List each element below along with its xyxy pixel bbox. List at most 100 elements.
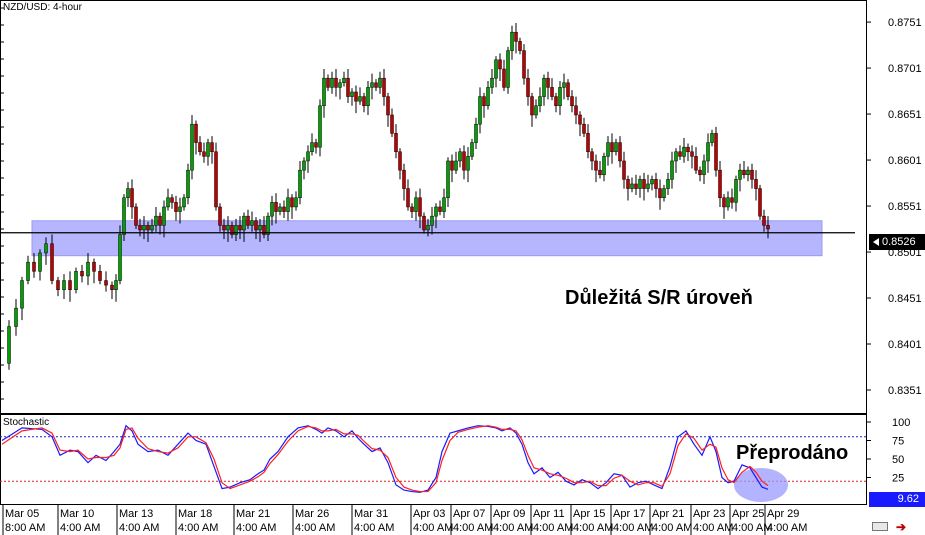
candle-body bbox=[306, 151, 310, 162]
candle-body bbox=[502, 68, 506, 88]
stochastic-value: 9.62 bbox=[897, 493, 919, 505]
candle-body bbox=[526, 77, 530, 97]
candle-body bbox=[558, 87, 562, 107]
candle-body bbox=[766, 225, 770, 230]
candle-body bbox=[174, 202, 178, 212]
time-axis-time: 4:00 AM bbox=[178, 522, 218, 534]
stochastic-axis-label: 75 bbox=[892, 436, 904, 448]
candle-body bbox=[582, 123, 586, 134]
candle-body bbox=[702, 160, 706, 176]
candle-body bbox=[498, 59, 502, 70]
candle-body bbox=[378, 77, 382, 88]
candle-body bbox=[74, 271, 78, 290]
candle-body bbox=[438, 206, 442, 212]
candle-body bbox=[550, 87, 554, 97]
candle-body bbox=[346, 77, 350, 97]
candle-body bbox=[182, 197, 186, 208]
candle-body bbox=[80, 271, 84, 277]
candle-body bbox=[638, 179, 642, 189]
candle-body bbox=[366, 87, 370, 107]
candle-body bbox=[374, 82, 378, 88]
candle-body bbox=[538, 96, 542, 107]
stochastic-axis-label: 50 bbox=[892, 454, 904, 466]
candle-body bbox=[698, 169, 702, 176]
candle-body bbox=[418, 197, 422, 217]
candle-body bbox=[68, 280, 72, 290]
candle-body bbox=[150, 225, 154, 231]
candle-body bbox=[318, 105, 322, 148]
candle-body bbox=[742, 169, 746, 176]
candle-body bbox=[130, 188, 134, 208]
candle-body bbox=[618, 142, 622, 162]
candle-body bbox=[178, 206, 182, 212]
candle-body bbox=[238, 225, 242, 231]
candle-body bbox=[430, 215, 434, 226]
price-axis-label: 0.8351 bbox=[888, 385, 922, 397]
time-axis-time: 8:00 AM bbox=[5, 522, 45, 534]
time-axis-date: Apr 21 bbox=[652, 508, 684, 520]
time-axis-date: Apr 07 bbox=[453, 508, 485, 520]
scroll-icon[interactable] bbox=[872, 522, 888, 531]
candle-body bbox=[44, 243, 48, 254]
candle-body bbox=[574, 105, 578, 116]
candle-body bbox=[274, 202, 278, 212]
candle-body bbox=[92, 261, 96, 272]
candle-body bbox=[750, 169, 754, 180]
candle-body bbox=[650, 179, 654, 185]
candle-body bbox=[222, 225, 226, 231]
candle-body bbox=[198, 142, 202, 153]
candle-body bbox=[450, 160, 454, 171]
candle-body bbox=[278, 206, 282, 212]
candle-body bbox=[494, 59, 498, 79]
candle-body bbox=[126, 188, 130, 199]
candle-body bbox=[566, 82, 570, 97]
candle-body bbox=[554, 96, 558, 107]
candle-body bbox=[142, 225, 146, 231]
time-axis-date: Mar 13 bbox=[119, 508, 153, 520]
candle-body bbox=[358, 96, 362, 102]
candle-body bbox=[590, 151, 594, 162]
candle-body bbox=[118, 234, 122, 281]
candle-body bbox=[286, 197, 290, 212]
candle-body bbox=[658, 188, 662, 199]
time-axis-time: 4:00 AM bbox=[652, 522, 692, 534]
close-icon[interactable]: ➔ bbox=[896, 521, 910, 533]
candle-body bbox=[730, 197, 734, 203]
candle-body bbox=[56, 280, 60, 290]
candle-body bbox=[470, 142, 474, 157]
price-axis-label: 0.8701 bbox=[888, 63, 922, 75]
time-axis-time: 4:00 AM bbox=[533, 522, 573, 534]
candle-body bbox=[482, 96, 486, 107]
time-axis-time: 4:00 AM bbox=[493, 522, 533, 534]
candle-body bbox=[194, 123, 198, 143]
candle-body bbox=[122, 197, 126, 235]
candle-body bbox=[154, 215, 158, 226]
candle-body bbox=[626, 179, 630, 189]
candle-body bbox=[746, 169, 750, 176]
candle-body bbox=[506, 50, 510, 88]
sr-level-annotation: Důležitá S/R úroveň bbox=[565, 287, 753, 309]
candle-body bbox=[186, 169, 190, 199]
stochastic-value-badge: 9.62 bbox=[869, 492, 925, 507]
candle-body bbox=[486, 87, 490, 107]
candle-body bbox=[466, 156, 470, 171]
candle-body bbox=[166, 197, 170, 208]
time-axis-date: Apr 29 bbox=[767, 508, 799, 520]
candle-body bbox=[610, 142, 614, 153]
time-axis-time: 4:00 AM bbox=[354, 522, 394, 534]
time-axis-date: Apr 15 bbox=[573, 508, 605, 520]
candle-body bbox=[462, 151, 466, 171]
candle-body bbox=[726, 197, 730, 208]
candle-body bbox=[246, 215, 250, 226]
candle-body bbox=[266, 215, 270, 235]
candle-body bbox=[382, 77, 386, 97]
candle-body bbox=[722, 197, 726, 208]
candle-body bbox=[50, 243, 54, 281]
candle-body bbox=[646, 183, 650, 189]
candle-body bbox=[298, 169, 302, 199]
time-axis-time: 4:00 AM bbox=[613, 522, 653, 534]
candle-body bbox=[622, 160, 626, 180]
current-price-badge: 0.8526 bbox=[869, 234, 925, 250]
candle-body bbox=[686, 146, 690, 153]
candle-body bbox=[598, 169, 602, 176]
